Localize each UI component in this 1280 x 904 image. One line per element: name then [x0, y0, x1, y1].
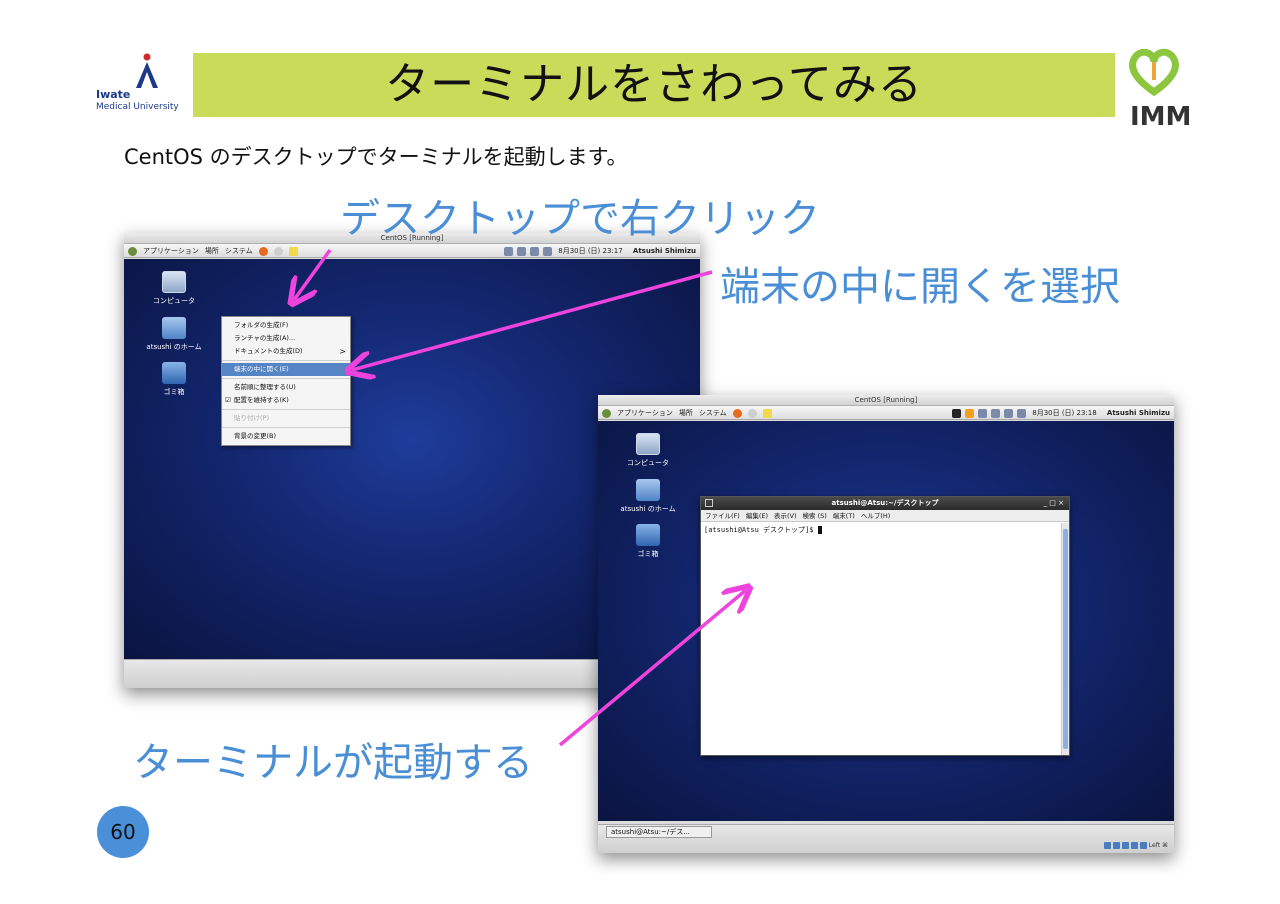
arrow-to-desktop: [294, 248, 332, 300]
arrow-to-menu-item: [352, 270, 713, 370]
annotation-arrows: [0, 248, 1280, 747]
arrow-to-terminal: [558, 590, 746, 747]
page-number-badge: 60: [97, 806, 149, 858]
